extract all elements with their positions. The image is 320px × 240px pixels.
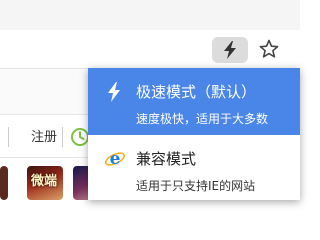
- browser-mode-button[interactable]: [212, 37, 248, 63]
- game-thumbnail[interactable]: [0, 166, 8, 200]
- browser-mode-menu: 极速模式（默认） 速度极快，适用于大多数 e 兼容模式 适用于只支持IE的网站: [88, 68, 300, 200]
- menu-item-fast-mode[interactable]: 极速模式（默认） 速度极快，适用于大多数: [88, 68, 300, 135]
- compat-mode-title: 兼容模式: [136, 150, 197, 168]
- svg-text:e: e: [110, 149, 121, 169]
- fast-mode-description: 速度极快，适用于大多数: [136, 112, 269, 126]
- star-icon: [259, 39, 279, 58]
- lightning-bolt-icon: [224, 41, 236, 59]
- lightning-bolt-icon: [108, 82, 120, 102]
- game-thumbnail[interactable]: 微端: [27, 166, 63, 200]
- nav-separator: [62, 127, 63, 147]
- fast-mode-title: 极速模式（默认）: [136, 83, 257, 101]
- menu-item-compat-mode[interactable]: e 兼容模式 适用于只支持IE的网站: [88, 135, 300, 200]
- bookmark-star-button[interactable]: [255, 35, 283, 63]
- window-title-strip: [0, 0, 300, 30]
- nav-separator: [8, 127, 9, 147]
- clock-icon[interactable]: [70, 127, 90, 147]
- ie-icon: e: [104, 149, 126, 169]
- game-thumbnail-title: 微端: [31, 174, 58, 189]
- register-link[interactable]: 注册: [31, 126, 57, 145]
- compat-mode-description: 适用于只支持IE的网站: [136, 179, 256, 193]
- address-toolbar: [0, 30, 300, 68]
